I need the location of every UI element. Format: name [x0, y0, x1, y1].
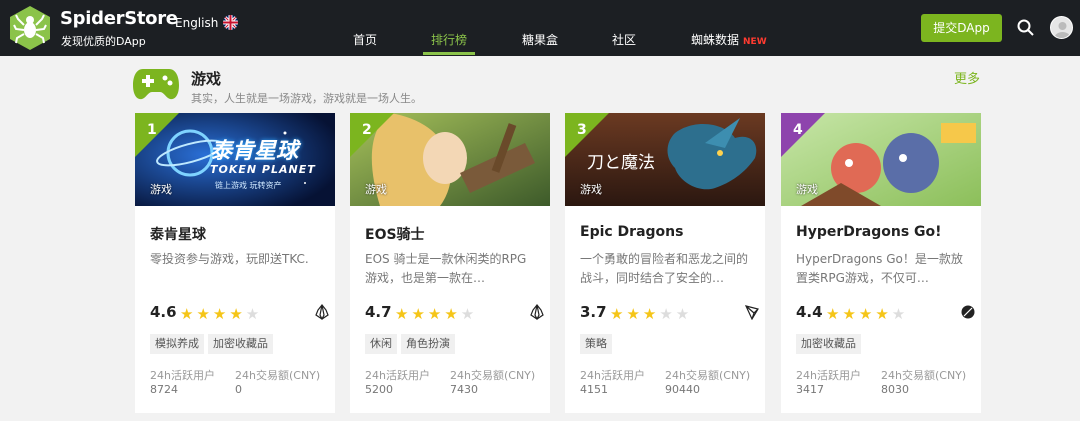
- rank-ribbon: [350, 113, 394, 157]
- dapp-banner[interactable]: 4 游戏: [781, 113, 981, 206]
- stat-value-volume: 90440: [665, 383, 700, 396]
- rank-ribbon: [565, 113, 609, 157]
- tag[interactable]: 加密收藏品: [208, 334, 273, 354]
- dapp-description: 一个勇敢的冒险者和恶龙之间的战斗，同时结合了安全的…: [580, 252, 749, 285]
- section-subtitle: 其实，人生就是一场游戏，游戏就是一场人生。: [191, 92, 422, 105]
- rank-number: 2: [362, 122, 372, 138]
- nav-spider-data[interactable]: 蜘蛛数据 NEW: [691, 31, 767, 48]
- dapp-banner[interactable]: 泰肯星球 TOKEN PLANET 链上游戏 玩转资产 1 游戏: [135, 113, 335, 206]
- rating-score: 4.7: [365, 303, 392, 321]
- stat-label-volume: 24h交易额(CNY): [881, 369, 967, 382]
- dapp-description: EOS 骑士是一款休闲类的RPG游戏，也是第一款在…: [365, 252, 527, 285]
- eos-icon: [530, 304, 544, 321]
- brand-slogan: 发现优质的DApp: [61, 35, 146, 48]
- star-rating: ★★★★★: [826, 305, 909, 323]
- tag-list: 策略: [580, 332, 616, 354]
- stat-label-volume: 24h交易额(CNY): [235, 369, 321, 382]
- brand-name[interactable]: SpiderStore: [60, 8, 178, 29]
- stat-value-volume: 8030: [881, 383, 909, 396]
- tag[interactable]: 策略: [580, 334, 612, 354]
- dapp-card[interactable]: 泰肯星球 TOKEN PLANET 链上游戏 玩转资产 1 游戏 泰肯星球 零投…: [135, 113, 335, 413]
- dapp-description: HyperDragons Go！是一款放置类RPG游戏，不仅可…: [796, 252, 963, 285]
- more-link[interactable]: 更多: [954, 68, 980, 87]
- rating-score: 4.6: [150, 303, 177, 321]
- top-navbar: SpiderStore 发现优质的DApp English 首页 排行榜 糖果盒…: [0, 0, 1080, 56]
- dapp-card[interactable]: 4 游戏 HyperDragons Go! HyperDragons Go！是一…: [781, 113, 981, 413]
- tron-icon: [744, 304, 759, 321]
- tag[interactable]: 休闲: [365, 334, 397, 354]
- banner-title: 泰肯星球: [210, 139, 299, 164]
- rating-score: 3.7: [580, 303, 607, 321]
- category-tag: 游戏: [580, 183, 602, 196]
- nav-home[interactable]: 首页: [353, 31, 377, 48]
- stat-label-active-users: 24h活跃用户: [365, 369, 430, 382]
- dapp-banner[interactable]: 刀と魔法 3 游戏: [565, 113, 765, 206]
- tag-list: 休闲 角色扮演: [365, 332, 459, 354]
- category-tag: 游戏: [796, 183, 818, 196]
- dapp-card[interactable]: 2 游戏 EOS骑士 EOS 骑士是一款休闲类的RPG游戏，也是第一款在… 4.…: [350, 113, 550, 413]
- banner-subtitle: TOKEN PLANET: [210, 163, 316, 176]
- star-rating: ★★★★★: [395, 305, 478, 323]
- dapp-title[interactable]: 泰肯星球: [150, 224, 206, 244]
- submit-dapp-button[interactable]: 提交DApp: [921, 14, 1002, 42]
- stat-label-volume: 24h交易额(CNY): [665, 369, 751, 382]
- tag[interactable]: 加密收藏品: [796, 334, 861, 354]
- stat-label-active-users: 24h活跃用户: [150, 369, 215, 382]
- user-avatar[interactable]: [1050, 16, 1073, 39]
- rating-score: 4.4: [796, 303, 823, 321]
- stat-label-active-users: 24h活跃用户: [796, 369, 861, 382]
- tag[interactable]: 角色扮演: [401, 334, 455, 354]
- stat-value-active-users: 8724: [150, 383, 178, 396]
- nav-ranking[interactable]: 排行榜: [431, 31, 467, 48]
- star-rating: ★★★★★: [180, 305, 263, 323]
- stat-value-active-users: 5200: [365, 383, 393, 396]
- stat-value-active-users: 4151: [580, 383, 608, 396]
- tag-list: 模拟养成 加密收藏品: [150, 332, 277, 354]
- language-switch[interactable]: English: [175, 16, 218, 30]
- dapp-banner[interactable]: 2 游戏: [350, 113, 550, 206]
- spider-logo-icon[interactable]: [8, 5, 52, 51]
- category-tag: 游戏: [150, 183, 172, 196]
- stat-label-active-users: 24h活跃用户: [580, 369, 645, 382]
- stat-value-volume: 0: [235, 383, 242, 396]
- tag[interactable]: 模拟养成: [150, 334, 204, 354]
- uk-flag-icon[interactable]: [223, 15, 238, 30]
- nav-active-indicator: [423, 52, 475, 55]
- dapp-card[interactable]: 刀と魔法 3 游戏 Epic Dragons 一个勇敢的冒险者和恶龙之间的战斗，…: [565, 113, 765, 413]
- gamepad-icon: [133, 67, 179, 101]
- tag-list: 加密收藏品: [796, 332, 865, 354]
- nav-spider-data-label: 蜘蛛数据: [691, 33, 740, 47]
- star-rating: ★★★★★: [610, 305, 693, 323]
- rank-ribbon: [135, 113, 179, 157]
- dapp-title[interactable]: HyperDragons Go!: [796, 224, 942, 240]
- section-title: 游戏: [191, 70, 222, 88]
- search-icon[interactable]: [1016, 18, 1036, 38]
- dapp-title[interactable]: EOS骑士: [365, 224, 425, 244]
- category-tag: 游戏: [365, 183, 387, 196]
- rank-ribbon: [781, 113, 825, 157]
- rank-number: 3: [577, 122, 587, 138]
- banner-tagline: 链上游戏 玩转资产: [215, 181, 282, 190]
- dapp-title[interactable]: Epic Dragons: [580, 224, 683, 240]
- new-badge: NEW: [743, 37, 767, 47]
- stat-value-volume: 7430: [450, 383, 478, 396]
- eos-icon: [315, 304, 329, 321]
- rank-number: 1: [147, 122, 157, 138]
- dapp-description: 零投资参与游戏，玩即送TKC.: [150, 252, 309, 266]
- stat-label-volume: 24h交易额(CNY): [450, 369, 536, 382]
- ontology-icon: [961, 304, 975, 320]
- nav-candy-box[interactable]: 糖果盒: [522, 31, 558, 48]
- stat-value-active-users: 3417: [796, 383, 824, 396]
- rank-number: 4: [793, 122, 803, 138]
- nav-community[interactable]: 社区: [612, 31, 636, 48]
